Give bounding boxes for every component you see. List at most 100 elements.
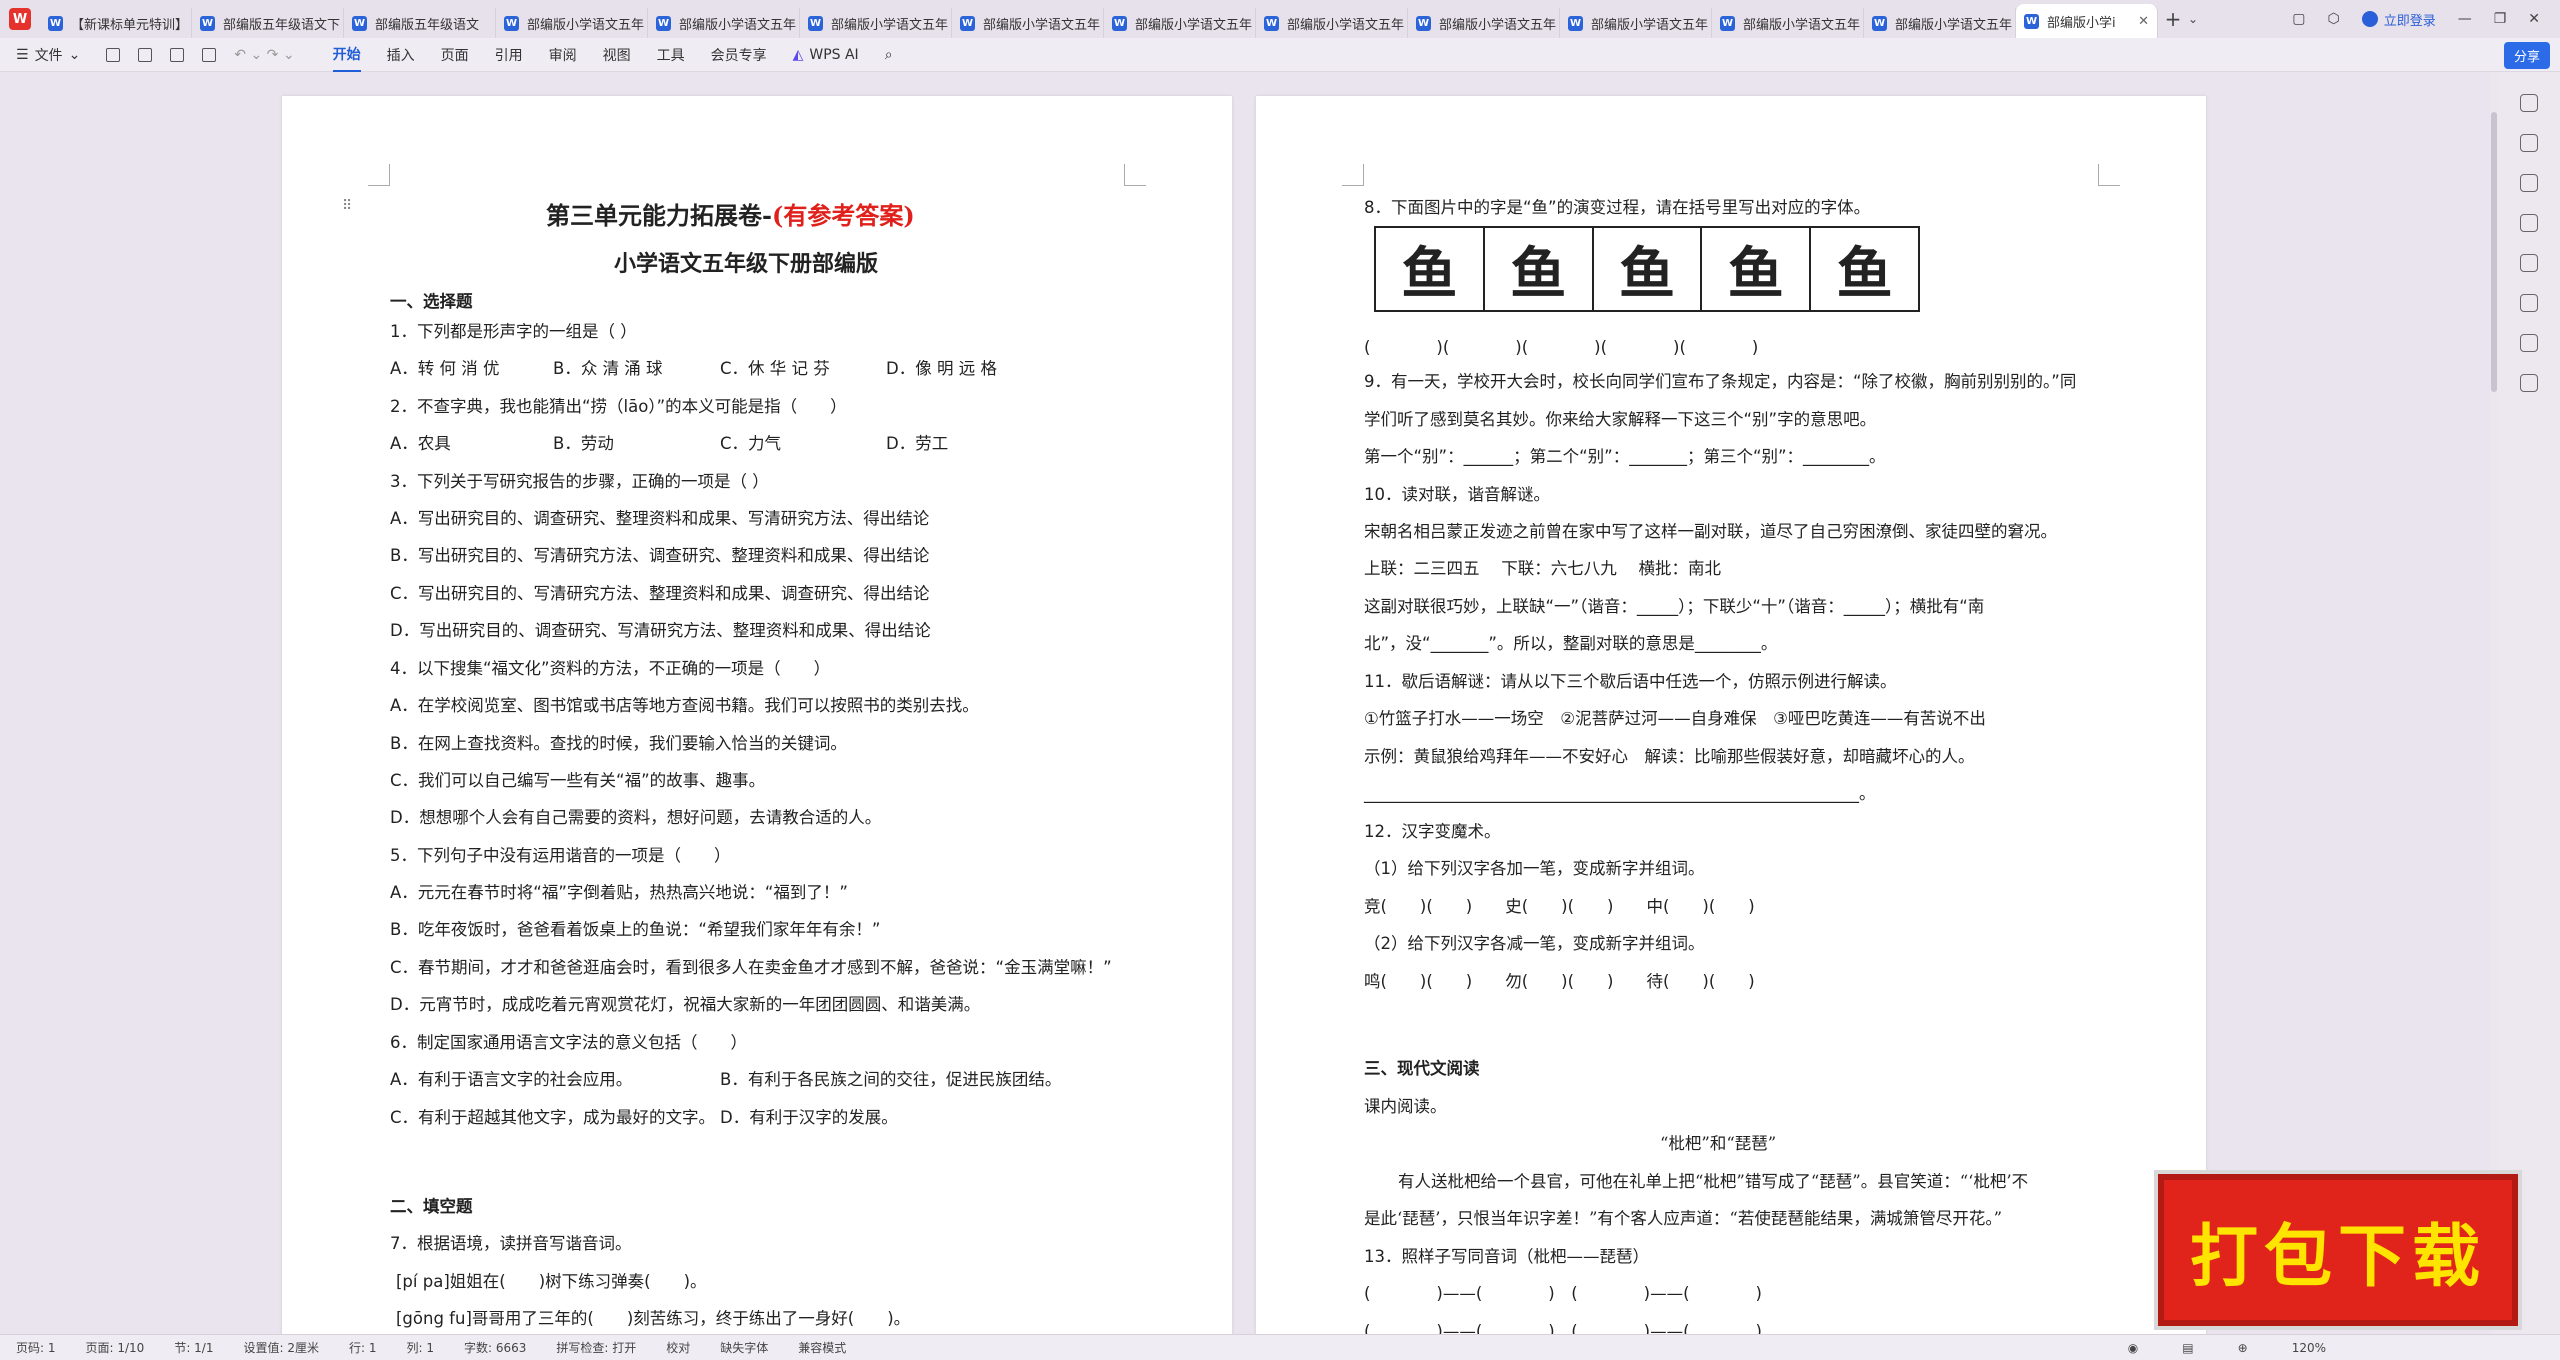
document-tab[interactable]: W 部编版小学语文五年: [1104, 8, 1256, 38]
settings-icon[interactable]: [2520, 174, 2538, 192]
text-line: D．元宵节时，成成吃着元宵观赏花灯，祝福大家新的一年团团圆圆、和谐美满。: [390, 995, 981, 1014]
menu-file[interactable]: 文件: [35, 45, 63, 65]
text-line: A．元元在春节时将“福”字倒着贴，热热高兴地说：“福到了！”: [390, 883, 848, 902]
document-tab[interactable]: W 部编版小学语文五年: [952, 8, 1104, 38]
drag-handle-icon[interactable]: ⠿: [342, 198, 352, 214]
menu-hamburger-icon[interactable]: ☰ 文件 ⌄: [16, 45, 80, 65]
status-item[interactable]: 节: 1/1: [174, 1339, 213, 1356]
word-doc-icon: W: [1872, 15, 1887, 31]
text-line: C．休 华 记 芬: [720, 359, 830, 378]
wps-logo[interactable]: W: [0, 0, 40, 38]
tools-icon[interactable]: [2520, 254, 2538, 272]
document-tab[interactable]: W 部编版小学语文五年: [1712, 8, 1864, 38]
zoom-level[interactable]: 120%: [2292, 1341, 2326, 1355]
status-item[interactable]: 行: 1: [349, 1339, 377, 1356]
tab-label: 部编版小学语文五年: [983, 17, 1101, 33]
document-tab[interactable]: W 部编版小学语文五年: [1256, 8, 1408, 38]
undo-icon[interactable]: ↶ ⌄ ↷ ⌄: [234, 47, 294, 63]
text-line: A．写出研究目的、调查研究、整理资料和成果、写清研究方法、得出结论: [390, 509, 930, 528]
menu-tab[interactable]: 开始: [332, 38, 361, 72]
document-tab[interactable]: W 部编版小学语文五年: [648, 8, 800, 38]
text-line: C．春节期间，才才和爸爸逛庙会时，看到很多人在卖金鱼才才感到不解，爸爸说：“金玉…: [390, 958, 1112, 977]
status-item[interactable]: 拼写检查: 打开: [556, 1339, 636, 1356]
search-icon[interactable]: ⌕: [885, 47, 893, 63]
margin-corner: [2098, 164, 2120, 186]
text-line: “枇杷”和“琵琶”: [1660, 1134, 1777, 1153]
document-tab[interactable]: W 部编版小学语文五年: [1864, 8, 2016, 38]
eye-icon[interactable]: ◉: [2128, 1341, 2138, 1355]
status-item[interactable]: 兼容模式: [798, 1339, 846, 1356]
status-item[interactable]: 缺失字体: [720, 1339, 768, 1356]
word-doc-icon: W: [200, 15, 215, 31]
print-icon[interactable]: [170, 47, 185, 62]
text-line: 5．下列句子中没有运用谐音的一项是（ ）: [390, 846, 731, 865]
margin-corner: [368, 164, 390, 186]
export-icon[interactable]: [138, 47, 153, 62]
share-button[interactable]: 分享: [2503, 42, 2550, 69]
maximize-icon[interactable]: ❐: [2494, 11, 2507, 27]
document-tab[interactable]: W 部编版小学语文五年: [1408, 8, 1560, 38]
save-icon[interactable]: [106, 47, 121, 62]
menu-tab[interactable]: 插入: [387, 38, 415, 72]
title-answer-note: (有参考答案): [771, 201, 915, 230]
text-line: 北”，没“_______”。所以，整副对联的意思是________。: [1364, 634, 1778, 653]
new-tab-plus-icon[interactable]: +: [2158, 7, 2188, 31]
print-preview-icon[interactable]: [202, 47, 217, 62]
select-icon[interactable]: [2520, 134, 2538, 152]
help-icon[interactable]: [2520, 294, 2538, 312]
document-tab[interactable]: W 部编版小学语文五年: [800, 8, 952, 38]
text-line: B．众 清 涌 球: [553, 359, 663, 378]
document-tab[interactable]: W 部编版五年级语文: [344, 8, 496, 38]
web-view-icon[interactable]: ⊕: [2238, 1341, 2248, 1355]
edit-icon[interactable]: [2520, 94, 2538, 112]
download-banner[interactable]: 打包下载: [2158, 1174, 2518, 1326]
tab-label: 部编版小学语文五年: [1591, 17, 1709, 33]
document-page-1[interactable]: [282, 96, 1232, 1336]
tab-list-chevron-icon[interactable]: ⌄: [2188, 12, 2198, 26]
wps-ai-button[interactable]: ◭ WPS AI: [793, 47, 859, 63]
document-tab[interactable]: W 部编版小学语文五年: [496, 8, 648, 38]
word-doc-icon: W: [1720, 15, 1735, 31]
text-line: 8．下面图片中的字是“鱼”的演变过程，请在括号里写出对应的字体。: [1364, 198, 1871, 217]
menu-tab[interactable]: 视图: [603, 38, 631, 72]
share-icon[interactable]: [2520, 214, 2538, 232]
status-item[interactable]: 字数: 6663: [464, 1339, 526, 1356]
menu-tab[interactable]: 引用: [495, 38, 523, 72]
share-label: 分享: [2513, 50, 2540, 65]
document-tab[interactable]: W 部编版小学i ✕: [2016, 4, 2158, 38]
more-icon[interactable]: [2520, 374, 2538, 392]
text-line: 二、填空题: [390, 1197, 473, 1216]
close-tab-icon[interactable]: ✕: [2138, 14, 2149, 29]
document-tab[interactable]: W 部编版五年级语文下: [192, 8, 344, 38]
word-doc-icon: W: [504, 15, 519, 31]
menu-tab[interactable]: 工具: [657, 38, 685, 72]
status-item[interactable]: 页面: 1/10: [86, 1339, 145, 1356]
close-window-icon[interactable]: ✕: [2528, 11, 2540, 27]
status-item[interactable]: 设置值: 2厘米: [243, 1339, 319, 1356]
tab-label: 部编版小学语文五年: [1135, 17, 1253, 33]
minimize-icon[interactable]: —: [2458, 11, 2472, 27]
status-item[interactable]: 列: 1: [406, 1339, 434, 1356]
menu-tab[interactable]: 页面: [441, 38, 469, 72]
status-item[interactable]: 校对: [666, 1339, 690, 1356]
window-layout-icon[interactable]: ▢: [2292, 11, 2305, 27]
box-icon[interactable]: ⬡: [2327, 11, 2339, 27]
tab-label: 【新课标单元特训】: [71, 17, 189, 33]
scrollbar-thumb[interactable]: [2491, 112, 2497, 392]
banner-text: 打包下载: [2189, 1216, 2486, 1297]
text-line: ①竹篮子打水——一场空 ②泥菩萨过河——自身难保 ③哑巴吃黄连——有苦说不出: [1364, 709, 1986, 728]
login-button[interactable]: 立即登录: [2361, 10, 2436, 29]
document-tab[interactable]: W 部编版小学语文五年: [1560, 8, 1712, 38]
status-item[interactable]: 页码: 1: [16, 1339, 56, 1356]
page-view-icon[interactable]: ▤: [2182, 1341, 2193, 1355]
tab-label: 部编版小学语文五年: [1439, 17, 1557, 33]
tab-label: 部编版小学语文五年: [1895, 17, 2013, 33]
page-title: 第三单元能力拓展卷-(有参考答案): [546, 196, 915, 231]
document-tab[interactable]: W 【新课标单元特训】: [40, 8, 192, 38]
menu-tab[interactable]: 审阅: [549, 38, 577, 72]
word-doc-icon: W: [656, 15, 671, 31]
menu-tab[interactable]: 会员专享: [711, 38, 767, 72]
feedback-icon[interactable]: [2520, 334, 2538, 352]
text-line: B．劳动: [553, 434, 614, 453]
vertical-scrollbar[interactable]: [2490, 72, 2498, 1334]
